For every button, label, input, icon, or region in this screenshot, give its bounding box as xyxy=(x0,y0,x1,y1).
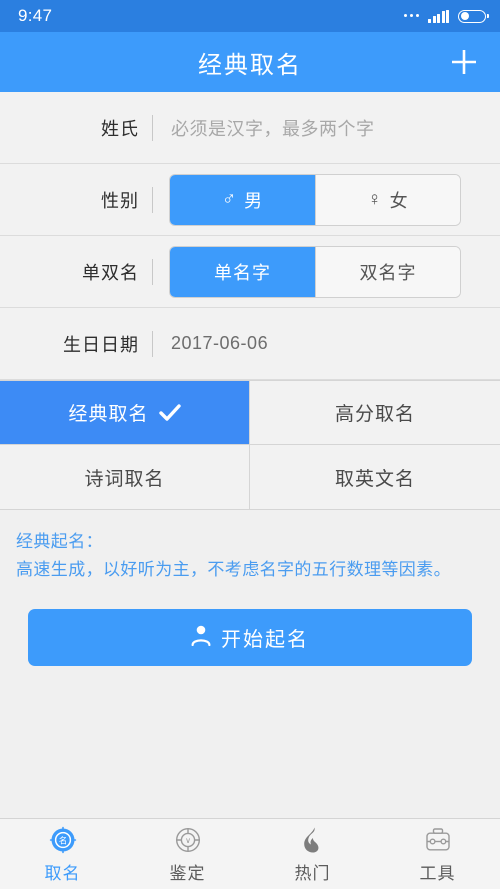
description-body: 高速生成，以好听为主，不考虑名字的五行数理等因素。 xyxy=(16,559,451,579)
field-divider xyxy=(152,258,153,285)
cta-container: 开始起名 xyxy=(0,583,500,667)
status-time: 9:47 xyxy=(18,6,53,25)
signal-icon xyxy=(428,9,449,23)
gender-option-male-label: 男 xyxy=(244,190,264,211)
nav-item-hot-label: 热门 xyxy=(294,863,331,883)
surname-row[interactable]: 姓氏 必须是汉字，最多两个字 xyxy=(0,92,500,164)
gender-segmented-control: ♂ 男 ♀ 女 xyxy=(169,173,461,226)
name-compass-icon: 名 xyxy=(49,825,77,855)
person-icon xyxy=(191,624,211,652)
name-length-row: 单双名 单名字 双名字 xyxy=(0,236,500,308)
nav-item-naming-label: 取名 xyxy=(44,863,81,883)
nav-item-tools-label: 工具 xyxy=(419,863,456,883)
check-icon xyxy=(158,403,181,422)
start-naming-button[interactable]: 开始起名 xyxy=(28,609,472,667)
surname-label: 姓氏 xyxy=(101,118,139,139)
name-length-option-single[interactable]: 单名字 xyxy=(170,246,315,297)
gender-label: 性别 xyxy=(101,190,139,211)
content-spacer xyxy=(0,666,500,818)
page-title: 经典取名 xyxy=(198,51,302,79)
surname-input[interactable]: 必须是汉字，最多两个字 xyxy=(153,115,375,141)
gender-option-female-label: 女 xyxy=(389,190,409,211)
app-header: 经典取名 xyxy=(0,32,500,92)
status-bar: 9:47 xyxy=(0,0,500,32)
battery-icon xyxy=(458,9,489,23)
mode-poetry[interactable]: 诗词取名 xyxy=(0,445,250,509)
mode-classic-label: 经典取名 xyxy=(68,404,149,425)
gender-option-male[interactable]: ♂ 男 xyxy=(170,174,315,225)
status-icons xyxy=(403,9,489,23)
app-root: 9:47 经典取名 姓氏 必须是汉字，最多两个字 性别 ♂ 男 ♀ 女 单双名 … xyxy=(0,0,500,889)
naming-mode-grid: 经典取名 高分取名 诗词取名 取英文名 xyxy=(0,380,500,510)
mode-high-score[interactable]: 高分取名 xyxy=(250,381,500,445)
plus-icon[interactable] xyxy=(442,40,486,84)
flame-icon xyxy=(300,825,326,855)
nav-item-appraise[interactable]: ∨ 鉴定 xyxy=(125,819,250,889)
nav-item-hot[interactable]: 热门 xyxy=(250,819,375,889)
mode-description: 经典起名： 高速生成，以好听为主，不考虑名字的五行数理等因素。 xyxy=(0,510,500,583)
toolbox-icon xyxy=(424,825,452,855)
nav-item-appraise-label: 鉴定 xyxy=(169,863,206,883)
appraise-compass-icon: ∨ xyxy=(174,825,202,855)
description-title: 经典起名： xyxy=(16,532,103,551)
name-length-segmented-control: 单名字 双名字 xyxy=(169,245,461,298)
birthday-label: 生日日期 xyxy=(63,334,139,355)
bottom-navigation: 名 取名 ∨ 鉴定 热门 工具 xyxy=(0,818,500,889)
form-section: 姓氏 必须是汉字，最多两个字 性别 ♂ 男 ♀ 女 单双名 单名字 双名字 生日… xyxy=(0,92,500,380)
gender-row: 性别 ♂ 男 ♀ 女 xyxy=(0,164,500,236)
mode-classic[interactable]: 经典取名 xyxy=(0,381,250,445)
mode-english[interactable]: 取英文名 xyxy=(250,445,500,509)
nav-item-tools[interactable]: 工具 xyxy=(375,819,500,889)
more-dots-icon xyxy=(403,13,419,18)
male-symbol-icon: ♂ xyxy=(221,189,238,210)
svg-text:∨: ∨ xyxy=(185,836,191,845)
start-naming-label: 开始起名 xyxy=(221,629,309,652)
birthday-value[interactable]: 2017-06-06 xyxy=(153,333,268,354)
field-divider xyxy=(152,186,153,213)
svg-text:名: 名 xyxy=(58,835,66,845)
gender-option-female[interactable]: ♀ 女 xyxy=(315,174,460,225)
female-symbol-icon: ♀ xyxy=(367,189,383,210)
name-length-label: 单双名 xyxy=(82,262,139,283)
name-length-option-double[interactable]: 双名字 xyxy=(315,246,460,297)
birthday-row[interactable]: 生日日期 2017-06-06 xyxy=(0,308,500,380)
nav-item-naming[interactable]: 名 取名 xyxy=(0,819,125,889)
